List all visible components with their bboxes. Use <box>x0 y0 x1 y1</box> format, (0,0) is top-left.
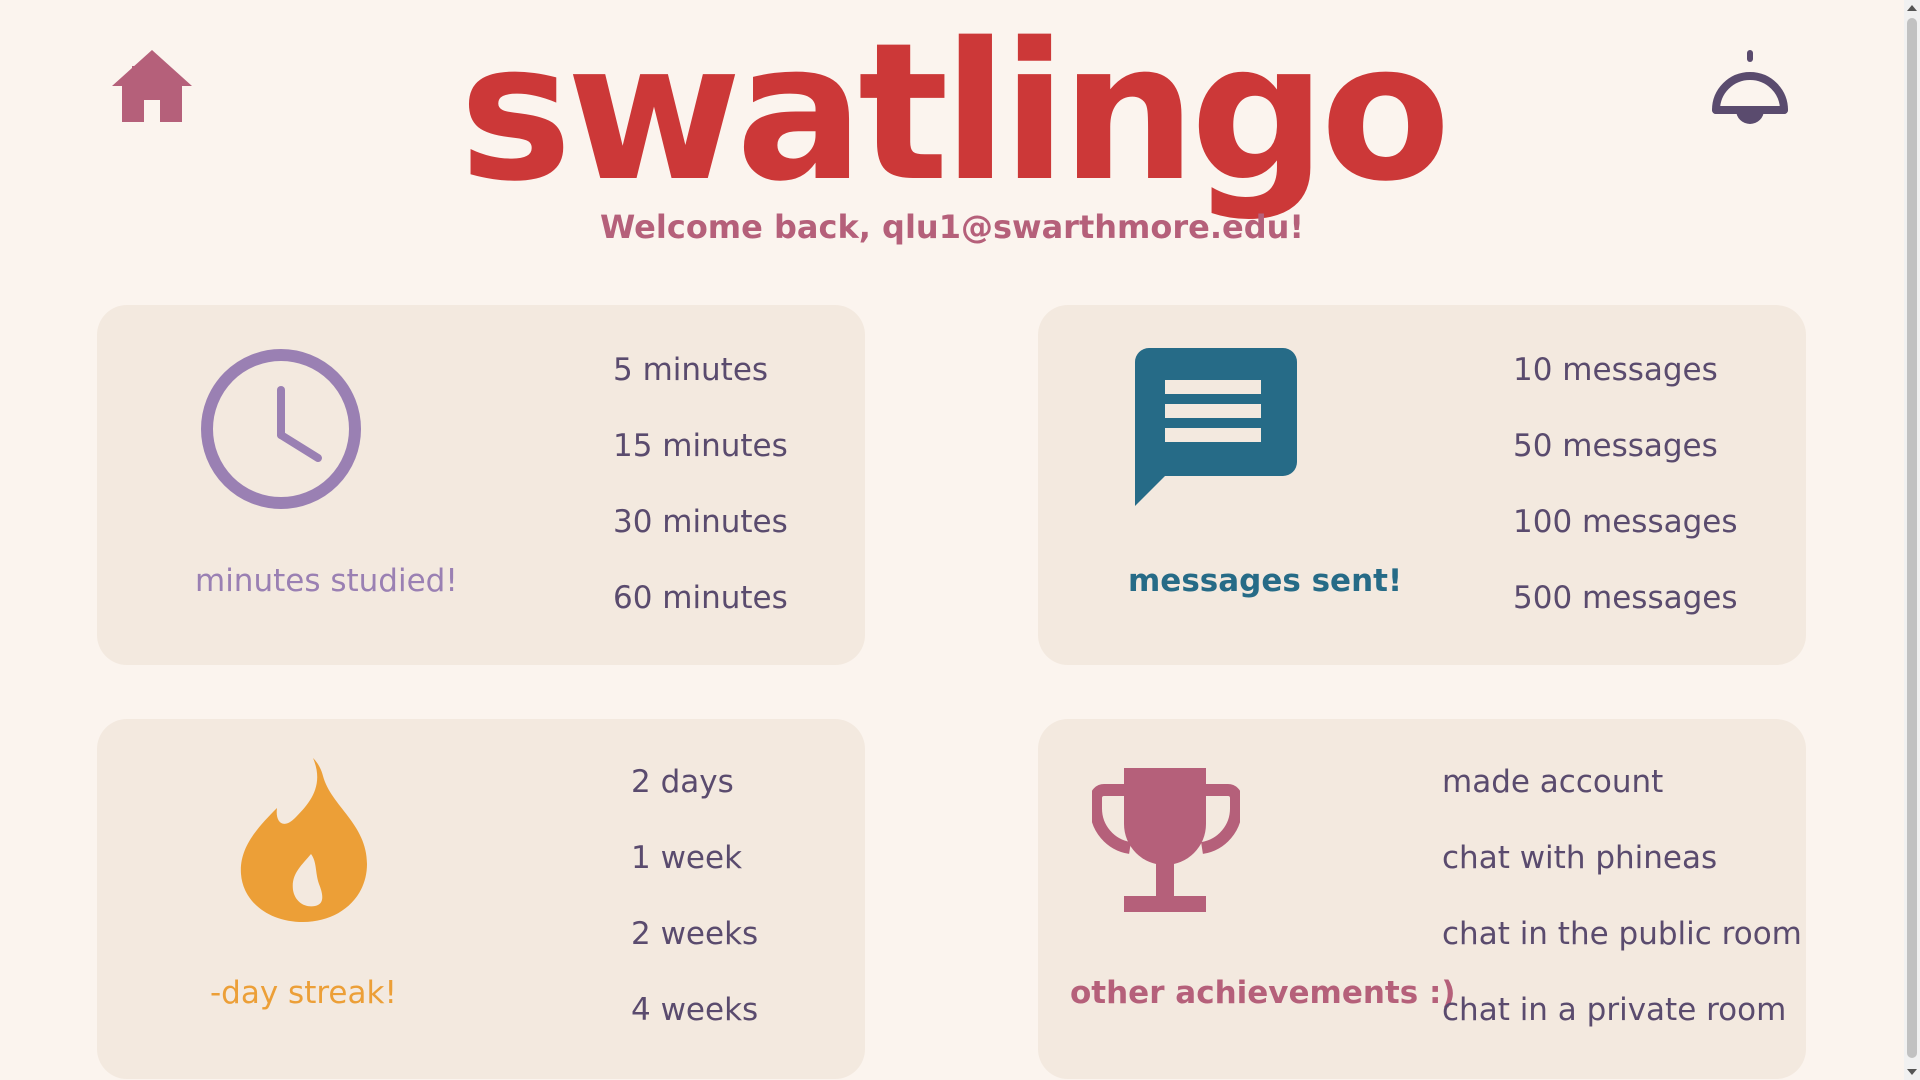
list-item: 1 week <box>631 840 743 876</box>
list-item: 60 minutes <box>613 580 788 616</box>
messages-tiers: 10 messages 50 messages 100 messages 500… <box>1513 350 1738 654</box>
scroll-down-icon[interactable] <box>1907 1069 1917 1075</box>
list-item: chat in a private room <box>1442 992 1787 1028</box>
scroll-up-icon[interactable] <box>1907 5 1917 11</box>
list-item: 4 weeks <box>631 992 759 1028</box>
minutes-tiers: 5 minutes 15 minutes 30 minutes 60 minut… <box>613 350 788 654</box>
trophy-icon <box>1092 768 1240 912</box>
achievements-caption: other achievements :) <box>1070 975 1456 1011</box>
list-item: 2 days <box>631 764 734 800</box>
messages-caption: messages sent! <box>1128 563 1403 599</box>
list-item: made account <box>1442 764 1664 800</box>
bell-icon[interactable] <box>1710 48 1790 124</box>
chat-bubble-icon <box>1135 348 1297 506</box>
messages-sent-card: messages sent! 10 messages 50 messages 1… <box>1038 305 1806 665</box>
streak-tiers: 2 days 1 week 2 weeks 4 weeks <box>631 762 758 1066</box>
other-achievements-card: other achievements :) made account chat … <box>1038 719 1806 1079</box>
list-item: 10 messages <box>1513 352 1718 388</box>
list-item: chat with phineas <box>1442 840 1718 876</box>
app-logo: swatlingo <box>459 2 1451 223</box>
streak-caption: -day streak! <box>210 975 397 1011</box>
minutes-studied-card: minutes studied! 5 minutes 15 minutes 30… <box>97 305 865 665</box>
list-item: 50 messages <box>1513 428 1718 464</box>
list-item: 5 minutes <box>613 352 769 388</box>
achievements-tiers: made account chat with phineas chat in t… <box>1442 762 1802 1066</box>
minutes-caption: minutes studied! <box>195 563 458 599</box>
list-item: 100 messages <box>1513 504 1738 540</box>
day-streak-card: -day streak! 2 days 1 week 2 weeks 4 wee… <box>97 719 865 1079</box>
list-item: 15 minutes <box>613 428 788 464</box>
flame-icon <box>240 758 367 922</box>
list-item: 500 messages <box>1513 580 1738 616</box>
list-item: 30 minutes <box>613 504 788 540</box>
welcome-message: Welcome back, qlu1@swarthmore.edu! <box>600 208 1304 246</box>
vertical-scrollbar[interactable] <box>1904 0 1920 1080</box>
list-item: 2 weeks <box>631 916 759 952</box>
clock-icon <box>201 349 361 509</box>
scroll-thumb[interactable] <box>1907 18 1917 1058</box>
list-item: chat in the public room <box>1442 916 1802 952</box>
